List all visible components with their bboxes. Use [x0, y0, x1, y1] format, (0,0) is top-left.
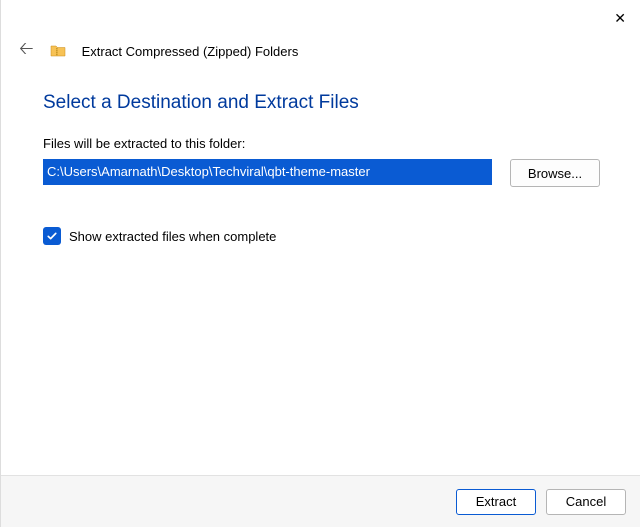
show-extracted-checkbox[interactable] — [43, 227, 61, 245]
dialog-footer: Extract Cancel — [1, 475, 640, 527]
destination-row: C:\Users\Amarnath\Desktop\Techviral\qbt-… — [43, 159, 600, 187]
cancel-button[interactable]: Cancel — [546, 489, 626, 515]
zipped-folder-icon — [50, 43, 66, 59]
browse-button[interactable]: Browse... — [510, 159, 600, 187]
checkmark-icon — [46, 230, 58, 242]
show-extracted-label: Show extracted files when complete — [69, 229, 276, 244]
content-area: Select a Destination and Extract Files F… — [1, 66, 640, 245]
close-icon[interactable]: ✕ — [614, 11, 626, 25]
destination-label: Files will be extracted to this folder: — [43, 136, 600, 151]
back-arrow-icon[interactable]: 🡠 — [19, 36, 34, 66]
show-extracted-row: Show extracted files when complete — [43, 227, 600, 245]
destination-path-input[interactable]: C:\Users\Amarnath\Desktop\Techviral\qbt-… — [43, 159, 492, 185]
destination-path-value: C:\Users\Amarnath\Desktop\Techviral\qbt-… — [47, 164, 370, 179]
page-heading: Select a Destination and Extract Files — [43, 92, 600, 114]
extract-button[interactable]: Extract — [456, 489, 536, 515]
wizard-title: Extract Compressed (Zipped) Folders — [82, 44, 299, 59]
title-bar: ✕ — [1, 0, 640, 36]
wizard-header: 🡠 Extract Compressed (Zipped) Folders — [1, 36, 640, 66]
